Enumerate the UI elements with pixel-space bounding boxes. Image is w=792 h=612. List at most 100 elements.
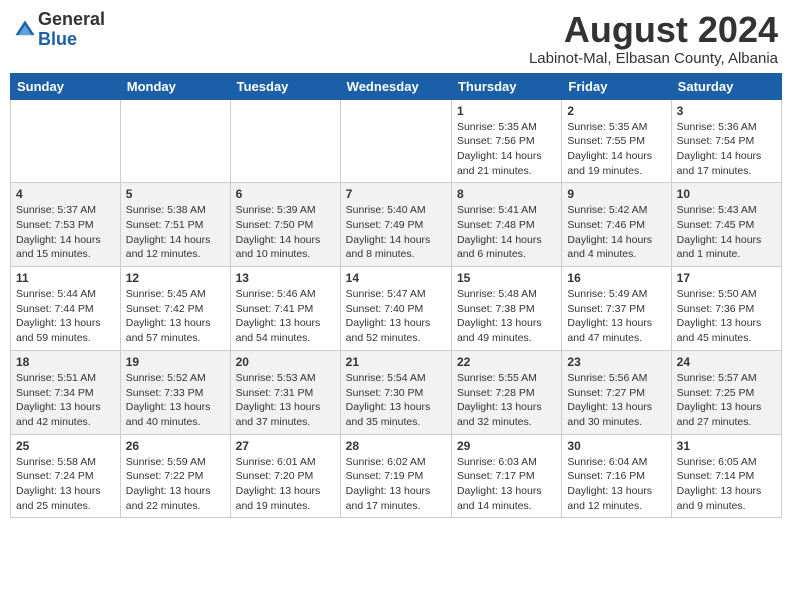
- day-number: 24: [677, 355, 776, 369]
- day-info: Sunrise: 5:55 AM Sunset: 7:28 PM Dayligh…: [457, 371, 556, 430]
- day-info: Sunrise: 5:46 AM Sunset: 7:41 PM Dayligh…: [236, 287, 335, 346]
- day-number: 29: [457, 439, 556, 453]
- calendar-cell: 31Sunrise: 6:05 AM Sunset: 7:14 PM Dayli…: [671, 434, 781, 518]
- weekday-wednesday: Wednesday: [340, 73, 451, 99]
- day-info: Sunrise: 5:37 AM Sunset: 7:53 PM Dayligh…: [16, 203, 115, 262]
- day-number: 2: [567, 104, 665, 118]
- weekday-tuesday: Tuesday: [230, 73, 340, 99]
- day-number: 4: [16, 187, 115, 201]
- day-info: Sunrise: 5:54 AM Sunset: 7:30 PM Dayligh…: [346, 371, 446, 430]
- day-number: 10: [677, 187, 776, 201]
- day-info: Sunrise: 5:56 AM Sunset: 7:27 PM Dayligh…: [567, 371, 665, 430]
- day-number: 14: [346, 271, 446, 285]
- calendar-cell: [11, 99, 121, 183]
- calendar-week-1: 1 Sunrise: 5:35 AM Sunset: 7:56 PM Daylig…: [11, 99, 782, 183]
- day-number: 18: [16, 355, 115, 369]
- weekday-sunday: Sunday: [11, 73, 121, 99]
- day-number: 15: [457, 271, 556, 285]
- calendar-cell: [230, 99, 340, 183]
- calendar-week-4: 18 Sunrise: 5:51 AM Sunset: 7:34 PM Dayli…: [11, 350, 782, 434]
- day-info: Sunrise: 5:48 AM Sunset: 7:38 PM Dayligh…: [457, 287, 556, 346]
- calendar-cell: 9 Sunrise: 5:42 AM Sunset: 7:46 PM Daylig…: [562, 183, 671, 267]
- day-number: 7: [346, 187, 446, 201]
- logo-general: General: [38, 9, 105, 29]
- calendar-week-3: 11Sunrise: 5:44 AM Sunset: 7:44 PM Dayli…: [11, 267, 782, 351]
- day-number: 30: [567, 439, 665, 453]
- logo-text: General Blue: [38, 10, 105, 50]
- day-number: 1: [457, 104, 556, 118]
- calendar-cell: 14 Sunrise: 5:47 AM Sunset: 7:40 PM Dayli…: [340, 267, 451, 351]
- day-info: Sunrise: 5:57 AM Sunset: 7:25 PM Dayligh…: [677, 371, 776, 430]
- calendar-cell: 5 Sunrise: 5:38 AM Sunset: 7:51 PM Daylig…: [120, 183, 230, 267]
- day-info: Sunrise: 6:02 AM Sunset: 7:19 PM Dayligh…: [346, 455, 446, 514]
- calendar-cell: 23 Sunrise: 5:56 AM Sunset: 7:27 PM Dayli…: [562, 350, 671, 434]
- day-info: Sunrise: 5:38 AM Sunset: 7:51 PM Dayligh…: [126, 203, 225, 262]
- calendar-cell: 25Sunrise: 5:58 AM Sunset: 7:24 PM Dayli…: [11, 434, 121, 518]
- calendar-cell: 15 Sunrise: 5:48 AM Sunset: 7:38 PM Dayli…: [451, 267, 561, 351]
- day-number: 5: [126, 187, 225, 201]
- calendar-cell: 11Sunrise: 5:44 AM Sunset: 7:44 PM Dayli…: [11, 267, 121, 351]
- day-number: 25: [16, 439, 115, 453]
- day-number: 9: [567, 187, 665, 201]
- day-number: 20: [236, 355, 335, 369]
- day-number: 13: [236, 271, 335, 285]
- calendar-cell: [120, 99, 230, 183]
- logo: General Blue: [14, 10, 105, 50]
- weekday-thursday: Thursday: [451, 73, 561, 99]
- location: Labinot-Mal, Elbasan County, Albania: [529, 50, 778, 67]
- day-number: 6: [236, 187, 335, 201]
- calendar-week-5: 25Sunrise: 5:58 AM Sunset: 7:24 PM Dayli…: [11, 434, 782, 518]
- calendar-cell: 30Sunrise: 6:04 AM Sunset: 7:16 PM Dayli…: [562, 434, 671, 518]
- calendar-table: SundayMondayTuesdayWednesdayThursdayFrid…: [10, 73, 782, 519]
- day-number: 16: [567, 271, 665, 285]
- day-info: Sunrise: 5:50 AM Sunset: 7:36 PM Dayligh…: [677, 287, 776, 346]
- title-block: August 2024 Labinot-Mal, Elbasan County,…: [529, 10, 778, 67]
- day-number: 17: [677, 271, 776, 285]
- day-info: Sunrise: 5:40 AM Sunset: 7:49 PM Dayligh…: [346, 203, 446, 262]
- day-number: 12: [126, 271, 225, 285]
- calendar-cell: 6Sunrise: 5:39 AM Sunset: 7:50 PM Daylig…: [230, 183, 340, 267]
- day-info: Sunrise: 5:35 AM Sunset: 7:55 PM Dayligh…: [567, 120, 665, 179]
- weekday-friday: Friday: [562, 73, 671, 99]
- calendar-cell: 21 Sunrise: 5:54 AM Sunset: 7:30 PM Dayli…: [340, 350, 451, 434]
- calendar-cell: 27Sunrise: 6:01 AM Sunset: 7:20 PM Dayli…: [230, 434, 340, 518]
- calendar-cell: 12 Sunrise: 5:45 AM Sunset: 7:42 PM Dayli…: [120, 267, 230, 351]
- day-info: Sunrise: 6:03 AM Sunset: 7:17 PM Dayligh…: [457, 455, 556, 514]
- calendar-cell: 10 Sunrise: 5:43 AM Sunset: 7:45 PM Dayli…: [671, 183, 781, 267]
- day-info: Sunrise: 5:41 AM Sunset: 7:48 PM Dayligh…: [457, 203, 556, 262]
- day-info: Sunrise: 5:45 AM Sunset: 7:42 PM Dayligh…: [126, 287, 225, 346]
- day-info: Sunrise: 6:01 AM Sunset: 7:20 PM Dayligh…: [236, 455, 335, 514]
- header: General Blue August 2024 Labinot-Mal, El…: [10, 10, 782, 67]
- day-info: Sunrise: 5:35 AM Sunset: 7:56 PM Dayligh…: [457, 120, 556, 179]
- day-number: 11: [16, 271, 115, 285]
- day-info: Sunrise: 5:59 AM Sunset: 7:22 PM Dayligh…: [126, 455, 225, 514]
- day-info: Sunrise: 5:47 AM Sunset: 7:40 PM Dayligh…: [346, 287, 446, 346]
- calendar-cell: 3 Sunrise: 5:36 AM Sunset: 7:54 PM Daylig…: [671, 99, 781, 183]
- day-info: Sunrise: 6:05 AM Sunset: 7:14 PM Dayligh…: [677, 455, 776, 514]
- day-info: Sunrise: 5:51 AM Sunset: 7:34 PM Dayligh…: [16, 371, 115, 430]
- calendar-cell: 24 Sunrise: 5:57 AM Sunset: 7:25 PM Dayli…: [671, 350, 781, 434]
- day-number: 22: [457, 355, 556, 369]
- day-info: Sunrise: 5:43 AM Sunset: 7:45 PM Dayligh…: [677, 203, 776, 262]
- calendar-cell: [340, 99, 451, 183]
- day-number: 28: [346, 439, 446, 453]
- calendar-cell: 13 Sunrise: 5:46 AM Sunset: 7:41 PM Dayli…: [230, 267, 340, 351]
- calendar-cell: 17 Sunrise: 5:50 AM Sunset: 7:36 PM Dayli…: [671, 267, 781, 351]
- calendar-cell: 18 Sunrise: 5:51 AM Sunset: 7:34 PM Dayli…: [11, 350, 121, 434]
- day-number: 21: [346, 355, 446, 369]
- calendar-cell: 19Sunrise: 5:52 AM Sunset: 7:33 PM Dayli…: [120, 350, 230, 434]
- day-info: Sunrise: 5:49 AM Sunset: 7:37 PM Dayligh…: [567, 287, 665, 346]
- day-number: 8: [457, 187, 556, 201]
- logo-icon: [14, 19, 36, 41]
- day-info: Sunrise: 5:42 AM Sunset: 7:46 PM Dayligh…: [567, 203, 665, 262]
- day-number: 23: [567, 355, 665, 369]
- calendar-cell: 7 Sunrise: 5:40 AM Sunset: 7:49 PM Daylig…: [340, 183, 451, 267]
- calendar-cell: 4 Sunrise: 5:37 AM Sunset: 7:53 PM Daylig…: [11, 183, 121, 267]
- calendar-cell: 29 Sunrise: 6:03 AM Sunset: 7:17 PM Dayli…: [451, 434, 561, 518]
- day-number: 19: [126, 355, 225, 369]
- calendar-cell: 16 Sunrise: 5:49 AM Sunset: 7:37 PM Dayli…: [562, 267, 671, 351]
- weekday-monday: Monday: [120, 73, 230, 99]
- day-info: Sunrise: 5:36 AM Sunset: 7:54 PM Dayligh…: [677, 120, 776, 179]
- calendar-cell: 26Sunrise: 5:59 AM Sunset: 7:22 PM Dayli…: [120, 434, 230, 518]
- day-number: 3: [677, 104, 776, 118]
